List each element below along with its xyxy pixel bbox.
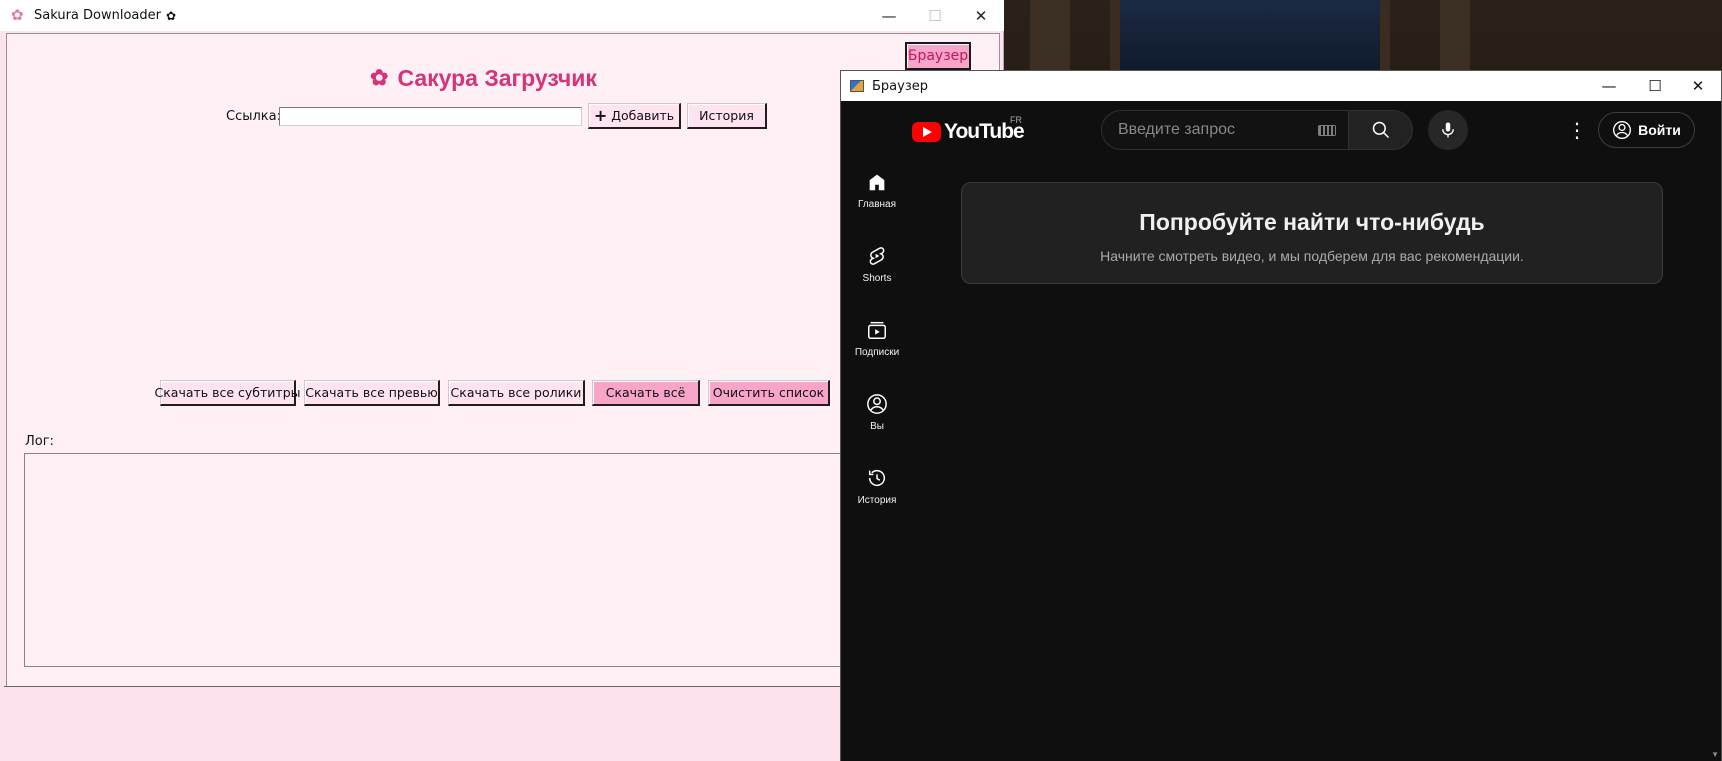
region-code: FR — [1010, 115, 1022, 125]
home-icon — [869, 174, 885, 191]
add-button-label: Добавить — [611, 108, 675, 123]
sidebar-item-label: Shorts — [862, 273, 892, 284]
subscriptions-icon — [868, 321, 886, 339]
history-button[interactable]: История — [687, 103, 767, 129]
minimize-button[interactable]: — — [866, 0, 912, 31]
sidebar-item-shorts[interactable]: Shorts — [841, 237, 913, 307]
log-textarea[interactable] — [24, 453, 844, 667]
browser-app-icon — [850, 80, 864, 92]
sidebar-item-you[interactable]: Вы — [841, 385, 913, 455]
youtube-play-icon — [912, 122, 941, 142]
open-browser-button[interactable]: Браузер — [905, 42, 971, 70]
download-all-subtitles-button[interactable]: Скачать все субтитры — [155, 380, 301, 406]
sidebar-item-home[interactable]: Главная — [841, 163, 913, 233]
download-all-videos-button[interactable]: Скачать все ролики — [448, 380, 585, 406]
wallpaper-window — [1110, 0, 1390, 70]
log-label: Лог: — [25, 434, 54, 449]
voice-search-button[interactable] — [1428, 110, 1468, 150]
app-heading: ✿ Сакура Загрузчик — [370, 62, 597, 94]
sakura-app-icon: ✿ — [11, 6, 24, 24]
close-button[interactable]: ✕ — [958, 0, 1004, 31]
clear-list-button[interactable]: Очистить список — [708, 380, 830, 406]
flower-icon: ✿ — [370, 65, 389, 90]
empty-state-subtitle: Начните смотреть видео, и мы подберем дл… — [1100, 248, 1524, 264]
scroll-down-arrow[interactable]: ▼ — [1711, 750, 1719, 759]
account-icon — [1613, 121, 1632, 139]
history-icon — [868, 470, 886, 487]
download-all-thumbnails-button[interactable]: Скачать все превью — [304, 380, 440, 406]
app-heading-text: Сакура Загрузчик — [397, 64, 597, 91]
sidebar-item-label: Вы — [870, 421, 884, 432]
search-placeholder: Введите запрос — [1118, 121, 1235, 138]
maximize-button[interactable]: ☐ — [912, 0, 958, 31]
flower-icon: ✿ — [166, 8, 177, 23]
wallpaper-beam — [1030, 0, 1070, 70]
sidebar-item-label: Подписки — [854, 347, 900, 358]
download-everything-button[interactable]: Скачать всё — [592, 380, 700, 406]
browser-window-title: Браузер — [872, 78, 928, 94]
minimize-button[interactable]: — — [1586, 71, 1632, 101]
more-options-icon[interactable]: ⋮ — [1567, 118, 1587, 142]
you-icon — [867, 394, 887, 414]
sign-in-label: Войти — [1638, 122, 1681, 138]
url-label: Ссылка: — [226, 109, 281, 124]
search-button[interactable] — [1349, 110, 1413, 150]
youtube-logo[interactable]: YouTube — [912, 120, 1025, 144]
sidebar-item-subscriptions[interactable]: Подписки — [841, 311, 913, 381]
microphone-icon — [1442, 122, 1454, 138]
wallpaper-beam — [1440, 0, 1470, 70]
youtube-page: YouTube FR Введите запрос ⋮ Войти Главна… — [841, 101, 1721, 761]
sidebar-item-label: История — [857, 495, 897, 506]
plus-icon: + — [593, 106, 608, 125]
browser-window: Браузер — ☐ ✕ YouTube FR Введите запрос … — [840, 70, 1722, 761]
browser-titlebar[interactable]: Браузер — ☐ ✕ — [841, 71, 1721, 101]
sign-in-button[interactable]: Войти — [1598, 112, 1695, 148]
sidebar-item-label: Главная — [857, 199, 897, 210]
empty-state-title: Попробуйте найти что-нибудь — [1139, 209, 1485, 235]
url-input[interactable] — [279, 107, 582, 126]
shorts-icon — [869, 247, 885, 265]
keyboard-icon[interactable] — [1318, 124, 1336, 136]
sakura-titlebar[interactable]: ✿ Sakura Downloader ✿ — ☐ ✕ — [0, 0, 1004, 31]
maximize-button[interactable]: ☐ — [1632, 71, 1678, 101]
add-button[interactable]: + Добавить — [588, 103, 681, 129]
search-icon — [1372, 121, 1389, 139]
sidebar-item-history[interactable]: История — [841, 459, 913, 529]
close-button[interactable]: ✕ — [1675, 71, 1721, 101]
sakura-window-title: Sakura Downloader — [34, 8, 161, 23]
empty-state-card: Попробуйте найти что-нибудь Начните смот… — [961, 182, 1663, 284]
search-input[interactable]: Введите запрос — [1101, 110, 1349, 150]
